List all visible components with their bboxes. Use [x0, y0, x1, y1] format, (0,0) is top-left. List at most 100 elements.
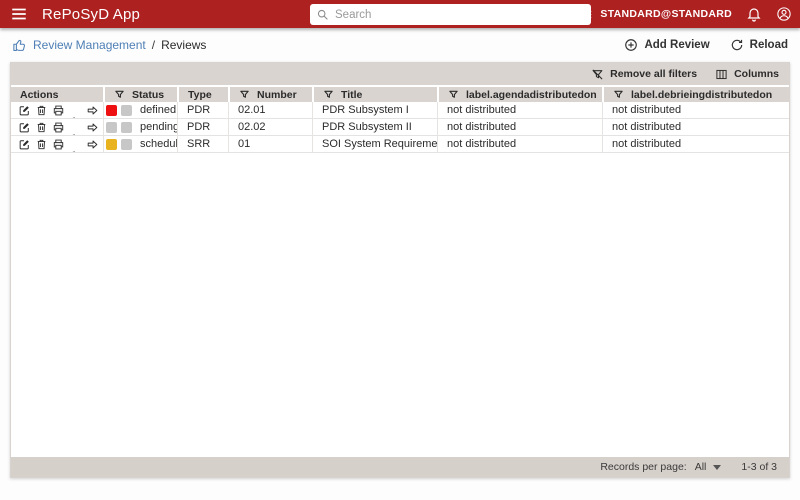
status-color-swatch: [106, 122, 117, 133]
edit-icon[interactable]: [18, 138, 31, 151]
forward-arrow-icon[interactable]: [86, 138, 99, 151]
filter-icon[interactable]: [323, 89, 334, 100]
status-cell: defined: [103, 102, 177, 118]
title-cell: PDR Subsystem II: [312, 119, 437, 135]
forward-arrow-icon[interactable]: [86, 121, 99, 134]
hamburger-menu-icon[interactable]: [10, 5, 28, 23]
filter-icon[interactable]: [613, 89, 624, 100]
send-icon[interactable]: [69, 121, 82, 134]
records-per-page-value: All: [695, 461, 707, 473]
add-review-label: Add Review: [644, 39, 709, 51]
filter-remove-icon: [591, 68, 604, 81]
chevron-down-icon: [713, 465, 721, 470]
remove-all-filters-label: Remove all filters: [610, 68, 697, 80]
type-cell: PDR: [177, 102, 228, 118]
status-label: scheduled: [140, 138, 177, 150]
status-cell: pending: [103, 119, 177, 135]
edit-icon[interactable]: [18, 104, 31, 117]
breadcrumb-separator: /: [152, 38, 155, 52]
filter-icon[interactable]: [239, 89, 250, 100]
breadcrumb-parent[interactable]: Review Management: [33, 38, 146, 52]
delete-icon[interactable]: [35, 138, 48, 151]
status-secondary-swatch: [121, 122, 132, 133]
column-header-label: label.agendadistributedon: [466, 89, 597, 101]
add-review-button[interactable]: Add Review: [624, 38, 709, 52]
add-circle-icon[interactable]: [547, 6, 563, 22]
type-cell: PDR: [177, 119, 228, 135]
column-header[interactable]: Actions: [11, 87, 103, 102]
reviews-table-card: Remove all filters Columns Actions Statu…: [10, 62, 790, 478]
actions-cell: [11, 102, 103, 118]
title-cell: SOI System Requirements Review: [312, 136, 437, 152]
status-secondary-swatch: [121, 139, 132, 150]
app-title: RePoSyD App: [42, 6, 140, 23]
column-header-label: Actions: [20, 89, 59, 101]
table-footer: Records per page: All 1-3 of 3: [11, 457, 789, 477]
column-header[interactable]: Title: [312, 87, 437, 102]
status-color-swatch: [106, 105, 117, 116]
records-per-page-label: Records per page:: [600, 461, 686, 473]
table-row[interactable]: scheduled SRR 01 SOI System Requirements…: [11, 136, 789, 153]
send-icon[interactable]: [69, 104, 82, 117]
print-icon[interactable]: [52, 121, 65, 134]
column-header[interactable]: Number: [228, 87, 312, 102]
appbar-right-group: STANDARD@STANDARD: [547, 0, 792, 28]
column-header-label: Title: [341, 89, 362, 101]
column-header[interactable]: Status: [103, 87, 177, 102]
user-label: STANDARD@STANDARD: [600, 8, 732, 20]
breadcrumb: Review Management / Reviews: [12, 38, 206, 53]
thumb-up-icon: [12, 38, 27, 53]
number-cell: 02.01: [228, 102, 312, 118]
debriefing-distributed-cell: not distributed: [602, 136, 789, 152]
send-icon[interactable]: [69, 138, 82, 151]
title-cell: PDR Subsystem I: [312, 102, 437, 118]
column-header[interactable]: label.debrieingdistributedon: [602, 87, 789, 102]
column-header-label: Number: [257, 89, 297, 101]
columns-label: Columns: [734, 68, 779, 80]
search-icon: [316, 8, 329, 21]
column-header-label: Type: [188, 89, 212, 101]
remove-all-filters-button[interactable]: Remove all filters: [591, 68, 697, 81]
table-header: Actions Status Type Number Title label.a…: [11, 87, 789, 102]
filter-icon[interactable]: [114, 89, 125, 100]
account-circle-icon[interactable]: [776, 6, 792, 22]
notifications-bell-icon[interactable]: [746, 6, 762, 22]
number-cell: 01: [228, 136, 312, 152]
print-icon[interactable]: [52, 138, 65, 151]
agenda-distributed-cell: not distributed: [437, 119, 602, 135]
type-cell: SRR: [177, 136, 228, 152]
actions-cell: [11, 136, 103, 152]
filter-icon[interactable]: [448, 89, 459, 100]
records-per-page-select[interactable]: All: [695, 461, 722, 473]
status-secondary-swatch: [121, 105, 132, 116]
reload-label: Reload: [750, 39, 788, 51]
layers-icon: [577, 6, 593, 22]
columns-icon: [715, 68, 728, 81]
column-header[interactable]: label.agendadistributedon: [437, 87, 602, 102]
column-header-label: Status: [132, 89, 164, 101]
table-row[interactable]: pending PDR 02.02 PDR Subsystem II not d…: [11, 119, 789, 136]
page-actions: Add Review Reload: [624, 38, 788, 52]
breadcrumb-current: Reviews: [161, 38, 206, 52]
status-cell: scheduled: [103, 136, 177, 152]
delete-icon[interactable]: [35, 121, 48, 134]
debriefing-distributed-cell: not distributed: [602, 119, 789, 135]
print-icon[interactable]: [52, 104, 65, 117]
reload-button[interactable]: Reload: [730, 38, 788, 52]
status-label: pending: [140, 121, 177, 133]
columns-button[interactable]: Columns: [715, 68, 779, 81]
table-empty-area: [11, 153, 789, 457]
user-menu[interactable]: STANDARD@STANDARD: [577, 6, 732, 22]
app-bar: RePoSyD App STANDARD@STANDARD: [0, 0, 800, 28]
column-header-label: label.debrieingdistributedon: [631, 89, 772, 101]
table-row[interactable]: defined PDR 02.01 PDR Subsystem I not di…: [11, 102, 789, 119]
agenda-distributed-cell: not distributed: [437, 136, 602, 152]
table-body: defined PDR 02.01 PDR Subsystem I not di…: [11, 102, 789, 153]
forward-arrow-icon[interactable]: [86, 104, 99, 117]
add-circle-icon: [624, 38, 638, 52]
table-toolbar: Remove all filters Columns: [11, 63, 789, 85]
column-header[interactable]: Type: [177, 87, 228, 102]
delete-icon[interactable]: [35, 104, 48, 117]
edit-icon[interactable]: [18, 121, 31, 134]
reload-icon: [730, 38, 744, 52]
